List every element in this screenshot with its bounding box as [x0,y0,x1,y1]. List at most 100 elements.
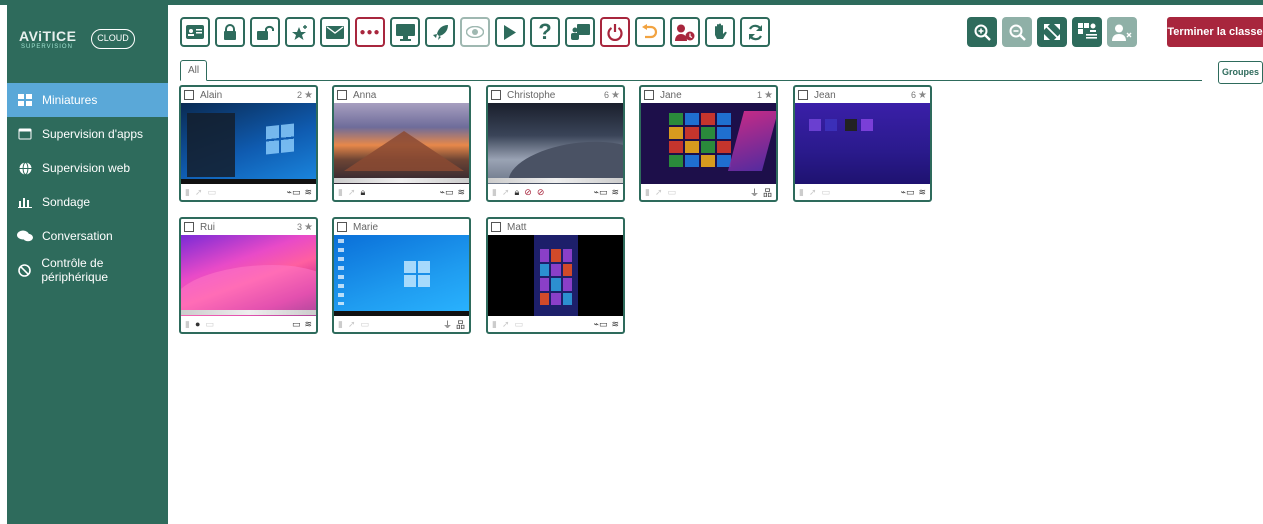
select-checkbox[interactable] [491,222,501,232]
card-header: Jean 6 ★ [795,87,930,103]
raise-hand-button[interactable] [705,17,735,47]
presentation-icon [570,24,590,40]
dock-preview [488,178,623,183]
select-checkbox[interactable] [337,90,347,100]
student-card-jean[interactable]: Jean 6 ★ ▮ ➚ ▭ ⌁▭ ≋ [793,85,932,202]
id-card-button[interactable] [180,17,210,47]
dots-icon: ●●● [359,26,381,38]
power-button[interactable] [600,17,630,47]
send-icon: ➚ [808,186,817,197]
select-checkbox[interactable] [798,90,808,100]
star-icon[interactable]: ★ [918,90,927,101]
wallpaper-dune [504,133,623,184]
camera-icon: ▭ [207,186,217,197]
no-video-icon: ⊘ [524,186,532,197]
screen-thumbnail[interactable] [641,103,776,184]
star-add-button[interactable] [285,17,315,47]
student-name: Christophe [507,89,556,101]
zoom-out-icon [1009,24,1026,41]
student-card-rui[interactable]: Rui 3 ★ ▮ ● ▭ ▭ ≋ [179,217,318,334]
view-button[interactable] [460,17,490,47]
id-card-icon [186,25,204,39]
wifi-icon: ≋ [918,186,926,197]
star-icon[interactable]: ★ [304,90,313,101]
student-card-christophe[interactable]: Christophe 6 ★ ▮ ➚ 🔒︎ ⊘ ⊘ ⌁▭ ≋ [486,85,625,202]
camera-icon: ▭ [205,318,214,329]
sidebar-item-app-supervision[interactable]: Supervision d'apps [7,117,168,151]
refresh-button[interactable] [740,17,770,47]
play-button[interactable] [495,17,525,47]
launch-button[interactable] [425,17,455,47]
user-clock-icon [675,24,695,41]
grid-icon [17,93,33,107]
screen-thumbnail[interactable] [181,235,316,316]
end-class-button[interactable]: Terminer la classe [1167,17,1263,47]
select-checkbox[interactable] [184,222,194,232]
sidebar-item-miniatures[interactable]: Miniatures [7,83,168,117]
trash-icon: ▮ [338,186,343,197]
user-timer-button[interactable] [670,17,700,47]
wifi-icon: ≋ [611,186,619,197]
windows-logo-icon [266,123,294,155]
student-card-alain[interactable]: Alain 2 ★ ▮ ➚ ▭ ⌁▭ ≋ [179,85,318,202]
battery-charging-icon: ⌁▭ [439,186,454,197]
student-name: Alain [200,89,223,101]
screen-thumbnail[interactable] [488,103,623,184]
sidebar-item-web-supervision[interactable]: Supervision web [7,151,168,185]
network-icon: 品 [455,319,465,330]
student-card-jane[interactable]: Jane 1 ★ ▮ ➚ ▭ ⏚ 品 [639,85,778,202]
student-card-matt[interactable]: Matt ▮ ➚ ▭ ⌁▭ ≋ [486,217,625,334]
message-button[interactable] [320,17,350,47]
brand-cloud: CLOUD [91,29,135,49]
select-checkbox[interactable] [184,90,194,100]
refresh-icon [748,24,762,40]
student-card-marie[interactable]: Marie ▮ ➚ ▭ ⏚ 品 [332,217,471,334]
unlock-button[interactable] [250,17,280,47]
zoom-out-button[interactable] [1002,17,1032,47]
remove-user-button[interactable] [1107,17,1137,47]
star-icon[interactable]: ★ [764,90,773,101]
desktop-icons-preview [338,239,344,305]
star-icon[interactable]: ★ [611,90,620,101]
student-name: Anna [353,89,377,101]
no-audio-icon: ⊘ [536,186,545,197]
start-tiles-preview [669,113,731,167]
sidebar-nav: Miniatures Supervision d'apps Supervisio… [7,83,168,287]
start-menu-preview [187,113,235,177]
undo-button[interactable] [635,17,665,47]
star-icon[interactable]: ★ [304,222,313,233]
fullscreen-button[interactable] [1037,17,1067,47]
camera-icon: ▭ [514,318,524,329]
select-checkbox[interactable] [337,222,347,232]
window-icon [17,127,33,141]
screen-thumbnail[interactable] [334,103,469,184]
student-card-anna[interactable]: Anna ▮ ➚ 🔒︎ ⌁▭ ≋ [332,85,471,202]
view-tools [967,17,1142,47]
presentation-button[interactable] [565,17,595,47]
wallpaper-swirl [727,111,776,171]
hand-icon [715,23,727,39]
layout-button[interactable] [1072,17,1102,47]
screen-thumbnail[interactable] [488,235,623,316]
help-button[interactable]: ? [530,17,560,47]
dock-preview [334,178,469,183]
sidebar-item-poll[interactable]: Sondage [7,185,168,219]
sidebar-item-conversation[interactable]: Conversation [7,219,168,253]
tab-all[interactable]: All [180,60,207,81]
select-checkbox[interactable] [644,90,654,100]
camera-icon: ▭ [667,186,677,197]
lock-button[interactable] [215,17,245,47]
monitor-icon [395,23,415,41]
star-count: 1 [757,90,763,100]
battery-charging-icon: ⌁▭ [286,186,301,197]
zoom-in-button[interactable] [967,17,997,47]
screen-thumbnail[interactable] [181,103,316,184]
select-checkbox[interactable] [491,90,501,100]
screen-thumbnail[interactable] [334,235,469,316]
tile-preview [861,119,873,131]
groups-button[interactable]: Groupes [1218,61,1263,84]
screen-thumbnail[interactable] [795,103,930,184]
sidebar-item-device-control[interactable]: Contrôle de périphérique [7,253,168,287]
screen-button[interactable] [390,17,420,47]
more-button[interactable]: ●●● [355,17,385,47]
